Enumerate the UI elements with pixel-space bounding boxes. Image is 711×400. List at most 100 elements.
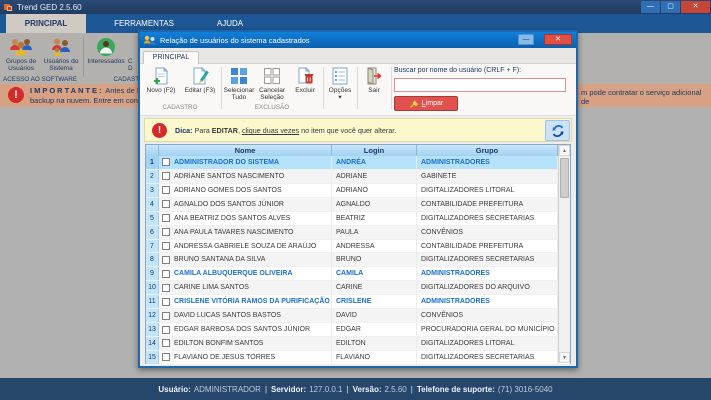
ribbon-button-grupos-de-usuarios[interactable]: Grupos de Usuários	[1, 35, 41, 81]
cell-login[interactable]: ANDRESSA	[332, 240, 417, 253]
select-all-button[interactable]: Selecionar Tudo	[223, 66, 255, 101]
row-checkbox[interactable]	[162, 228, 170, 236]
window-close-button[interactable]: ✕	[681, 1, 710, 13]
table-row[interactable]: 9 CAMILA ALBUQUERQUE OLIVEIRA CAMILA ADM…	[146, 267, 570, 281]
clear-button[interactable]: Limpar	[394, 96, 458, 111]
cell-nome[interactable]: CRISLENE VITÓRIA RAMOS DA PURIFICAÇÃO	[159, 295, 332, 308]
row-checkbox[interactable]	[162, 284, 170, 292]
header-login[interactable]: Login	[332, 145, 417, 156]
dialog-close-button[interactable]: ✕	[544, 34, 572, 45]
cell-grupo[interactable]: CONVÊNIOS	[417, 226, 558, 239]
scroll-down-arrow[interactable]: ▼	[559, 352, 570, 363]
row-checkbox[interactable]	[162, 270, 170, 278]
cell-nome[interactable]: CARINE LIMA SANTOS	[159, 281, 332, 294]
table-row[interactable]: 14 EDILTON BONFIM SANTOS EDILTON DIGITAL…	[146, 337, 570, 351]
cell-grupo[interactable]: DIGITALIZADORES DO ARQUIVO	[417, 281, 558, 294]
cell-nome[interactable]: ANA BEATRIZ DOS SANTOS ALVES	[159, 212, 332, 225]
vertical-scrollbar[interactable]: ▲ ▼	[558, 145, 570, 363]
row-checkbox[interactable]	[162, 186, 170, 194]
cell-nome[interactable]: DAVID LUCAS SANTOS BASTOS	[159, 309, 332, 322]
table-row[interactable]: 6 ANA PAULA TAVARES NASCIMENTO PAULA CON…	[146, 226, 570, 240]
window-minimize-button[interactable]: —	[641, 1, 660, 13]
search-input[interactable]	[394, 78, 566, 92]
cell-login[interactable]: EDILTON	[332, 337, 417, 350]
cell-grupo[interactable]: ADMINISTRADORES	[417, 295, 558, 308]
cell-nome[interactable]: EDGAR BARBOSA DOS SANTOS JÚNIOR	[159, 323, 332, 336]
cell-grupo[interactable]: DIGITALIZADORES SECRETARIAS	[417, 212, 558, 225]
cell-nome[interactable]: CAMILA ALBUQUERQUE OLIVEIRA	[159, 267, 332, 280]
menu-tab-principal[interactable]: PRINCIPAL	[6, 14, 86, 33]
cell-login[interactable]: ANDRÉA	[332, 156, 417, 169]
row-checkbox[interactable]	[162, 214, 170, 222]
row-checkbox[interactable]	[162, 326, 170, 334]
cell-grupo[interactable]: PROCURADORIA GERAL DO MUNICÍPIO - R...	[417, 323, 558, 336]
new-button[interactable]: Novo (F2)	[141, 66, 181, 94]
cell-nome[interactable]: ADRIANE SANTOS NASCIMENTO	[159, 170, 332, 183]
cell-login[interactable]: PAULA	[332, 226, 417, 239]
tip-link[interactable]: clique duas vezes	[242, 126, 299, 135]
ribbon-button-usuarios-do-sistema[interactable]: Usuários do Sistema	[41, 35, 81, 81]
cell-grupo[interactable]: DIGITALIZADORES SECRETARIAS	[417, 253, 558, 266]
row-checkbox[interactable]	[162, 298, 170, 306]
cell-grupo[interactable]: DIGITALIZADORES LITORAL	[417, 184, 558, 197]
cell-login[interactable]: AGNALDO	[332, 198, 417, 211]
cell-login[interactable]: CRISLENE	[332, 295, 417, 308]
header-nome[interactable]: Nome	[159, 145, 332, 156]
cell-nome[interactable]: AGNALDO DOS SANTOS JÚNIOR	[159, 198, 332, 211]
row-checkbox[interactable]	[162, 353, 170, 361]
header-grupo[interactable]: Grupo	[417, 145, 558, 156]
row-checkbox[interactable]	[162, 312, 170, 320]
cell-login[interactable]: CARINE	[332, 281, 417, 294]
row-checkbox[interactable]	[162, 242, 170, 250]
cell-grupo[interactable]: ADMINISTRADORES	[417, 267, 558, 280]
table-row[interactable]: 1 ADMINISTRADOR DO SISTEMA ANDRÉA ADMINI…	[146, 156, 570, 170]
cell-grupo[interactable]: DIGITALIZADORES LITORAL	[417, 337, 558, 350]
cell-login[interactable]: FLAVIANO	[332, 351, 417, 364]
refresh-button[interactable]	[545, 120, 570, 141]
table-row[interactable]: 7 ANDRESSA GABRIELE SOUZA DE ARAÚJO ANDR…	[146, 240, 570, 254]
table-row[interactable]: 2 ADRIANE SANTOS NASCIMENTO ADRIANE GABI…	[146, 170, 570, 184]
cell-grupo[interactable]: GABINETE	[417, 170, 558, 183]
row-checkbox[interactable]	[162, 256, 170, 264]
cell-nome[interactable]: FLAVIANO DE JESUS TORRES	[159, 351, 332, 364]
cell-grupo[interactable]: ADMINISTRADORES	[417, 156, 558, 169]
dialog-tab-principal[interactable]: PRINCIPAL	[143, 51, 199, 64]
cell-nome[interactable]: ANDRESSA GABRIELE SOUZA DE ARAÚJO	[159, 240, 332, 253]
cell-nome[interactable]: ADMINISTRADOR DO SISTEMA	[159, 156, 332, 169]
cell-login[interactable]: BEATRIZ	[332, 212, 417, 225]
cell-grupo[interactable]: CONTABILIDADE PREFEITURA	[417, 198, 558, 211]
cancel-selection-button[interactable]: Cancelar Seleção	[255, 66, 289, 101]
table-row[interactable]: 15 FLAVIANO DE JESUS TORRES FLAVIANO DIG…	[146, 351, 570, 365]
delete-button[interactable]: Excluir	[289, 66, 321, 94]
cell-login[interactable]: ADRIANO	[332, 184, 417, 197]
scroll-up-arrow[interactable]: ▲	[559, 145, 570, 156]
cell-grupo[interactable]: CONVÊNIOS	[417, 309, 558, 322]
cell-nome[interactable]: BRUNO SANTANA DA SILVA	[159, 253, 332, 266]
cell-nome[interactable]: ANA PAULA TAVARES NASCIMENTO	[159, 226, 332, 239]
table-row[interactable]: 4 AGNALDO DOS SANTOS JÚNIOR AGNALDO CONT…	[146, 198, 570, 212]
row-checkbox[interactable]	[162, 200, 170, 208]
dialog-minimize-button[interactable]: —	[518, 34, 534, 45]
ribbon-button-interessados[interactable]: Interessados	[84, 35, 128, 81]
exit-button[interactable]: Sair	[359, 66, 389, 94]
cell-grupo[interactable]: CONTABILIDADE PREFEITURA	[417, 240, 558, 253]
table-row[interactable]: 10 CARINE LIMA SANTOS CARINE DIGITALIZAD…	[146, 281, 570, 295]
cell-nome[interactable]: EDILTON BONFIM SANTOS	[159, 337, 332, 350]
cell-login[interactable]: DAVID	[332, 309, 417, 322]
cell-nome[interactable]: ADRIANO GOMES DOS SANTOS	[159, 184, 332, 197]
cell-login[interactable]: ADRIANE	[332, 170, 417, 183]
options-button[interactable]: Opções ▾	[325, 66, 355, 101]
table-row[interactable]: 3 ADRIANO GOMES DOS SANTOS ADRIANO DIGIT…	[146, 184, 570, 198]
table-row[interactable]: 5 ANA BEATRIZ DOS SANTOS ALVES BEATRIZ D…	[146, 212, 570, 226]
cell-login[interactable]: EDGAR	[332, 323, 417, 336]
scroll-thumb[interactable]	[560, 158, 569, 198]
table-row[interactable]: 8 BRUNO SANTANA DA SILVA BRUNO DIGITALIZ…	[146, 253, 570, 267]
window-maximize-button[interactable]: ▢	[661, 1, 680, 13]
table-row[interactable]: 13 EDGAR BARBOSA DOS SANTOS JÚNIOR EDGAR…	[146, 323, 570, 337]
table-row[interactable]: 12 DAVID LUCAS SANTOS BASTOS DAVID CONVÊ…	[146, 309, 570, 323]
edit-button[interactable]: Editar (F3)	[181, 66, 219, 94]
row-checkbox[interactable]	[162, 172, 170, 180]
cell-grupo[interactable]: DIGITALIZADORES SECRETARIAS	[417, 351, 558, 364]
cell-login[interactable]: CAMILA	[332, 267, 417, 280]
cell-login[interactable]: BRUNO	[332, 253, 417, 266]
